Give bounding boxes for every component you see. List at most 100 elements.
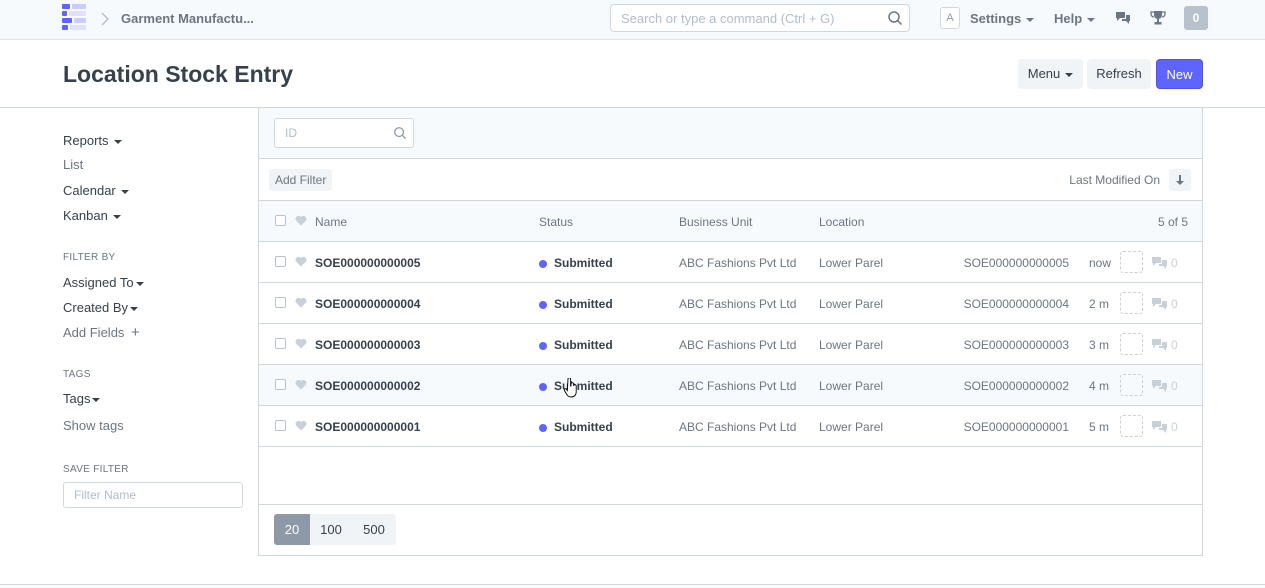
- row-checkbox[interactable]: [275, 338, 286, 349]
- row-name-link[interactable]: SOE000000000004: [315, 297, 420, 311]
- assign-avatar-placeholder[interactable]: [1120, 374, 1143, 396]
- page-size-20-button[interactable]: 20: [274, 514, 310, 545]
- row-id: SOE000000000005: [959, 256, 1069, 272]
- caret-down-icon: [113, 139, 122, 144]
- sidebar-item-list[interactable]: List: [63, 157, 83, 172]
- row-business-unit[interactable]: ABC Fashions Pvt Ltd: [679, 338, 796, 352]
- app-logo-icon[interactable]: [62, 4, 88, 30]
- comment-count: 0: [1171, 297, 1178, 311]
- heart-icon[interactable]: [295, 215, 307, 226]
- page-size-100-button[interactable]: 100: [310, 514, 352, 545]
- sidebar-kanban-dropdown[interactable]: Kanban: [63, 208, 121, 223]
- row-name-link[interactable]: SOE000000000003: [315, 338, 420, 352]
- caret-down-icon: [1026, 17, 1035, 22]
- assign-avatar-placeholder[interactable]: [1120, 415, 1143, 437]
- sort-order-button[interactable]: [1169, 169, 1191, 191]
- sidebar-reports-label: Reports: [63, 133, 109, 148]
- row-business-unit[interactable]: ABC Fashions Pvt Ltd: [679, 256, 796, 270]
- notifications-badge[interactable]: 0: [1184, 6, 1208, 30]
- assign-avatar-placeholder[interactable]: [1120, 333, 1143, 355]
- status-indicator[interactable]: Submitted: [539, 256, 613, 270]
- row-id: SOE000000000003: [959, 338, 1069, 354]
- row-location[interactable]: Lower Parel: [819, 297, 883, 311]
- created-by-filter[interactable]: Created By: [63, 300, 139, 315]
- row-name-link[interactable]: SOE000000000002: [315, 379, 420, 393]
- assign-avatar-placeholder[interactable]: [1120, 251, 1143, 273]
- comment-icon: [1152, 298, 1167, 310]
- page-head: Location Stock Entry Menu Refresh New: [0, 40, 1265, 108]
- assigned-to-filter[interactable]: Assigned To: [63, 275, 144, 290]
- add-fields-link[interactable]: Add Fields +: [63, 324, 140, 341]
- page-size-500-button[interactable]: 500: [352, 514, 396, 545]
- filter-name-input[interactable]: [63, 482, 243, 508]
- settings-label: Settings: [970, 11, 1022, 26]
- heart-icon[interactable]: [295, 256, 307, 267]
- row-name-link[interactable]: SOE000000000001: [315, 420, 420, 434]
- row-checkbox[interactable]: [275, 256, 286, 267]
- row-checkbox[interactable]: [275, 379, 286, 390]
- row-checkbox[interactable]: [275, 297, 286, 308]
- footer-divider: [0, 584, 1265, 585]
- awesome-bar[interactable]: [610, 4, 910, 32]
- new-button[interactable]: New: [1156, 59, 1203, 89]
- refresh-button[interactable]: Refresh: [1087, 59, 1151, 89]
- row-id-text: SOE000000000003: [963, 338, 1069, 352]
- id-filter[interactable]: [274, 118, 414, 148]
- select-all-checkbox[interactable]: [275, 215, 286, 226]
- sidebar-reports-dropdown[interactable]: Reports: [63, 133, 122, 148]
- comment-count: 0: [1171, 338, 1178, 352]
- trophy-icon[interactable]: [1150, 10, 1166, 26]
- search-input[interactable]: [611, 5, 881, 31]
- list-row[interactable]: SOE000000000004 Submitted ABC Fashions P…: [259, 283, 1202, 324]
- chat-icon[interactable]: [1115, 10, 1131, 26]
- row-business-unit[interactable]: ABC Fashions Pvt Ltd: [679, 379, 796, 393]
- status-indicator[interactable]: Submitted: [539, 420, 613, 434]
- id-filter-input[interactable]: [275, 119, 385, 147]
- status-indicator[interactable]: Submitted: [539, 338, 613, 352]
- comment-icon: [1152, 339, 1167, 351]
- row-checkbox[interactable]: [275, 420, 286, 431]
- status-dot: [539, 424, 547, 432]
- tags-dropdown[interactable]: Tags: [63, 391, 101, 406]
- list-row[interactable]: SOE000000000002 Submitted ABC Fashions P…: [259, 365, 1202, 406]
- add-fields-label: Add Fields: [63, 325, 125, 340]
- show-tags-link[interactable]: Show tags: [63, 418, 124, 433]
- row-business-unit[interactable]: ABC Fashions Pvt Ltd: [679, 297, 796, 311]
- row-location[interactable]: Lower Parel: [819, 420, 883, 434]
- heart-icon[interactable]: [295, 420, 307, 431]
- tags-heading: TAGS: [63, 369, 91, 380]
- row-business-unit[interactable]: ABC Fashions Pvt Ltd: [679, 420, 796, 434]
- heart-icon[interactable]: [295, 338, 307, 349]
- heart-icon[interactable]: [295, 379, 307, 390]
- caret-down-icon: [1065, 72, 1074, 77]
- row-id-text: SOE000000000002: [963, 379, 1069, 393]
- caret-down-icon: [1087, 17, 1096, 22]
- user-avatar[interactable]: A: [940, 7, 960, 29]
- row-name-link[interactable]: SOE000000000005: [315, 256, 420, 270]
- status-dot: [539, 301, 547, 309]
- sidebar-calendar-dropdown[interactable]: Calendar: [63, 183, 129, 198]
- assign-avatar-placeholder[interactable]: [1120, 292, 1143, 314]
- list-row[interactable]: SOE000000000005 Submitted ABC Fashions P…: [259, 242, 1202, 283]
- help-dropdown[interactable]: Help: [1054, 11, 1096, 26]
- menu-button[interactable]: Menu: [1018, 59, 1083, 89]
- search-icon: [888, 11, 903, 26]
- breadcrumb[interactable]: Garment Manufactu...: [121, 11, 254, 26]
- caret-down-icon: [120, 189, 129, 194]
- menu-label: Menu: [1027, 66, 1061, 81]
- heart-icon[interactable]: [295, 297, 307, 308]
- list-row[interactable]: SOE000000000003 Submitted ABC Fashions P…: [259, 324, 1202, 365]
- search-icon: [394, 127, 407, 140]
- row-id: SOE000000000004: [959, 297, 1069, 313]
- row-id: SOE000000000002: [959, 379, 1069, 395]
- comment-count: 0: [1171, 379, 1178, 393]
- row-location[interactable]: Lower Parel: [819, 256, 883, 270]
- list-row[interactable]: SOE000000000001 Submitted ABC Fashions P…: [259, 406, 1202, 447]
- row-location[interactable]: Lower Parel: [819, 379, 883, 393]
- status-indicator[interactable]: Submitted: [539, 297, 613, 311]
- column-header-location: Location: [819, 215, 865, 229]
- row-location[interactable]: Lower Parel: [819, 338, 883, 352]
- settings-dropdown[interactable]: Settings: [970, 11, 1035, 26]
- add-filter-button[interactable]: Add Filter: [269, 169, 333, 191]
- sort-selector[interactable]: Last Modified On: [1069, 173, 1160, 187]
